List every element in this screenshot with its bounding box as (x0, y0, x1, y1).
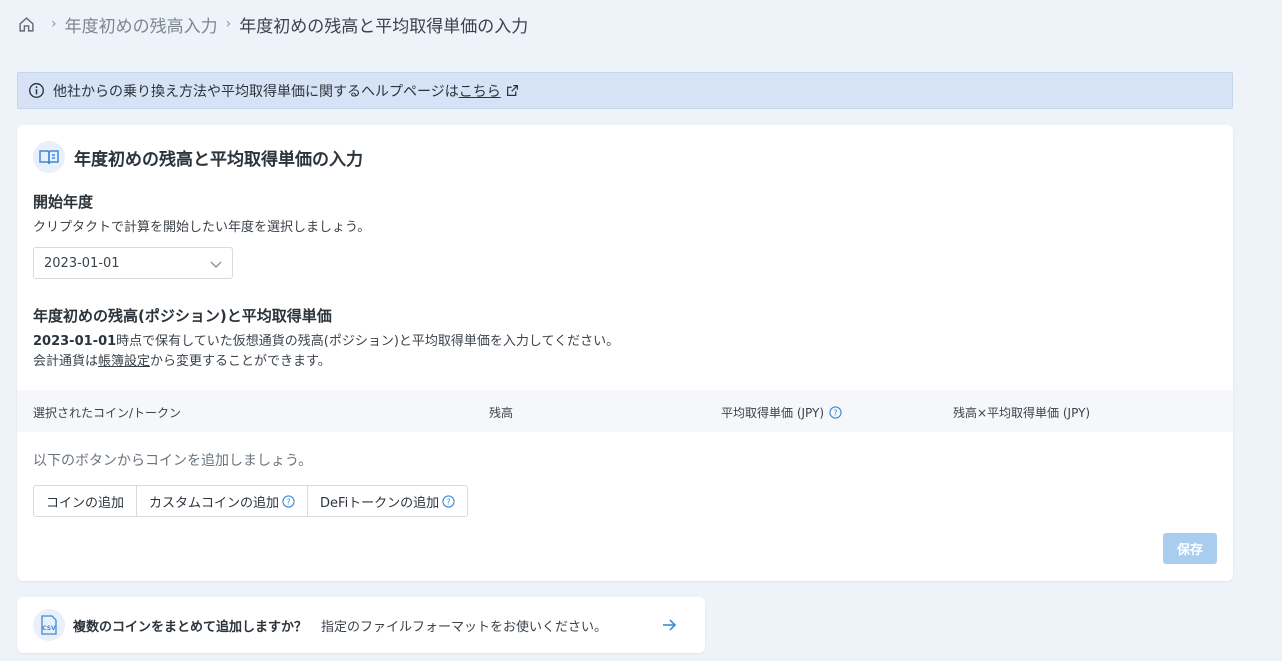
balance-date: 2023-01-01 (33, 334, 117, 349)
csv-badge-text: CSV (42, 625, 56, 632)
start-year-description: クリプタクトで計算を開始したい年度を選択しましょう。 (33, 220, 371, 235)
start-year-value: 2023-01-01 (44, 255, 120, 271)
card-header: 年度初めの残高と平均取得単価の入力 (33, 141, 363, 173)
save-button[interactable]: 保存 (1163, 533, 1217, 564)
add-coin-button-group: コインの追加 カスタムコインの追加 ? DeFiトークンの追加 ? (33, 485, 469, 517)
svg-text:?: ? (286, 496, 290, 506)
add-custom-coin-button-label: カスタムコインの追加 (149, 495, 280, 511)
svg-text:?: ? (446, 496, 450, 506)
breadcrumb-separator: › (51, 16, 57, 32)
add-coin-button[interactable]: コインの追加 (34, 486, 137, 516)
currency-desc-prefix: 会計通貨は (33, 354, 99, 369)
currency-desc-suffix: から変更することができます。 (150, 354, 331, 369)
balance-input-card: 年度初めの残高と平均取得単価の入力 開始年度 クリプタクトで計算を開始したい年度… (17, 125, 1233, 581)
arrow-right-icon[interactable] (661, 617, 677, 633)
column-header-coin: 選択されたコイン/トークン (33, 404, 181, 421)
column-header-coin-label: 選択されたコイン/トークン (33, 406, 182, 420)
add-coin-button-label: コインの追加 (46, 495, 125, 511)
help-page-link[interactable]: こちら (459, 81, 501, 101)
empty-state-text: 以下のボタンからコインを追加しましょう。 (33, 453, 313, 469)
csv-file-glyph: CSV (41, 615, 57, 635)
book-icon-badge (33, 141, 65, 173)
help-alert: 他社からの乗り換え方法や平均取得単価に関するヘルプページは こちら (17, 72, 1233, 109)
external-link-icon[interactable] (506, 84, 519, 97)
add-defi-token-button-label: DeFiトークンの追加 (320, 495, 440, 511)
breadcrumb-item-balance-input[interactable]: 年度初めの残高入力 (65, 12, 218, 37)
svg-text:?: ? (833, 407, 837, 417)
info-icon (29, 83, 44, 98)
csv-import-card[interactable]: CSV 複数のコインをまとめて追加しますか？ 指定のファイルフォーマットをお使い… (17, 597, 705, 653)
question-icon[interactable]: ? (282, 494, 295, 508)
breadcrumb-item-current: 年度初めの残高と平均取得単価の入力 (239, 16, 529, 37)
breadcrumb: › 年度初めの残高入力 › 年度初めの残高と平均取得単価の入力 (18, 12, 529, 37)
book-icon (39, 150, 59, 165)
column-header-avg-price: 平均取得単価 (JPY) ? (721, 404, 842, 421)
column-header-total-label: 残高×平均取得単価 (JPY) (953, 406, 1091, 420)
add-defi-token-button[interactable]: DeFiトークンの追加 ? (307, 486, 468, 516)
column-header-balance: 残高 (489, 404, 513, 421)
help-alert-text: 他社からの乗り換え方法や平均取得単価に関するヘルプページは (53, 83, 459, 100)
column-header-total: 残高×平均取得単価 (JPY) (953, 404, 1090, 421)
csv-title: 複数のコインをまとめて追加しますか？ (73, 619, 308, 635)
question-icon[interactable]: ? (829, 406, 842, 419)
column-header-avg-price-label: 平均取得単価 (JPY) (721, 406, 825, 420)
balance-section-title: 年度初めの残高(ポジション)と平均取得単価 (33, 307, 332, 325)
csv-file-icon: CSV (33, 609, 65, 641)
add-custom-coin-button[interactable]: カスタムコインの追加 ? (136, 486, 308, 516)
csv-description: 指定のファイルフォーマットをお使いください。 (321, 619, 608, 635)
card-title: 年度初めの残高と平均取得単価の入力 (74, 149, 363, 170)
breadcrumb-separator: › (225, 16, 232, 32)
start-year-select[interactable]: 2023-01-01 (33, 247, 233, 279)
balance-section-description: 2023-01-01時点で保有していた仮想通貨の残高(ポジション)と平均取得単価… (33, 332, 619, 372)
column-header-balance-label: 残高 (489, 406, 514, 420)
start-year-title: 開始年度 (33, 193, 94, 211)
chevron-down-icon (210, 261, 222, 268)
home-icon[interactable] (18, 16, 35, 33)
balance-desc-text: 時点で保有していた仮想通貨の残高(ポジション)と平均取得単価を入力してください。 (116, 334, 620, 349)
coin-table-header: 選択されたコイン/トークン 残高 平均取得単価 (JPY) ? 残高×平均取得単… (17, 390, 1233, 432)
ledger-settings-link[interactable]: 帳簿設定 (98, 354, 150, 369)
question-icon[interactable]: ? (442, 494, 455, 508)
